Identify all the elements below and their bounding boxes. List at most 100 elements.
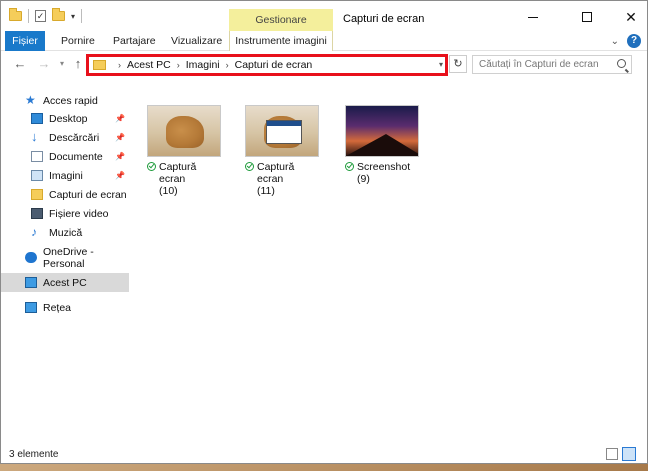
synced-check-icon	[245, 162, 254, 171]
properties-icon[interactable]: ✓	[35, 10, 46, 22]
download-icon: ↓	[31, 129, 38, 144]
address-row: ← → ▾ ↑ › Acest PC › Imagini › Capturi d…	[1, 52, 647, 76]
details-view-button[interactable]	[606, 448, 618, 460]
folder-icon	[9, 8, 22, 21]
close-button[interactable]: ✕	[609, 6, 648, 28]
breadcrumb-this-pc[interactable]: Acest PC	[127, 59, 171, 71]
file-name-line: (10)	[159, 185, 178, 197]
pin-icon[interactable]: 📌	[115, 114, 125, 123]
refresh-button[interactable]: ↻	[449, 55, 467, 73]
videos-icon	[31, 208, 43, 219]
maximize-icon	[582, 12, 592, 22]
sidebar-item-downloads[interactable]: ↓ Descărcări 📌	[1, 128, 129, 147]
music-icon: ♪	[31, 225, 37, 239]
new-folder-icon[interactable]	[52, 8, 65, 21]
file-name: Captură ecran (10)	[135, 161, 221, 197]
breadcrumb: › Acest PC › Imagini › Capturi de ecran	[112, 59, 312, 71]
sidebar-item-music[interactable]: ♪ Muzică	[1, 223, 129, 242]
folder-icon	[93, 60, 106, 70]
breadcrumb-chevron-icon[interactable]: ›	[118, 60, 121, 70]
close-icon: ✕	[625, 8, 637, 25]
file-item[interactable]: Captură ecran (10)	[135, 105, 221, 197]
breadcrumb-screenshots[interactable]: Capturi de ecran	[235, 59, 313, 71]
sidebar-item-videos[interactable]: Fișiere video	[1, 204, 129, 223]
sidebar-item-label: Documente	[49, 150, 103, 163]
star-icon: ★	[25, 93, 36, 107]
maximize-button[interactable]	[565, 6, 609, 28]
sidebar-item-quick-access[interactable]: ★ Acces rapid	[1, 91, 129, 110]
breadcrumb-chevron-icon[interactable]: ›	[177, 60, 180, 70]
this-pc-icon	[25, 277, 37, 288]
dialog-thumbnail-overlay	[266, 120, 302, 144]
breadcrumb-pictures[interactable]: Imagini	[186, 59, 220, 71]
pin-icon[interactable]: 📌	[115, 152, 125, 161]
synced-check-icon	[345, 162, 354, 171]
sidebar-item-label: Acest PC	[43, 276, 87, 289]
network-icon	[25, 302, 37, 313]
status-bar: 3 elemente	[1, 447, 647, 463]
image-thumbnail	[147, 105, 221, 157]
sidebar-item-network[interactable]: Rețea	[1, 298, 129, 317]
item-count: 3 elemente	[9, 449, 59, 460]
file-name-line: Captură ecran	[159, 161, 197, 185]
context-group-label: Gestionare	[229, 9, 333, 31]
sidebar-item-label: OneDrive - Personal	[43, 245, 94, 270]
address-history-chevron-icon[interactable]: ▾	[439, 60, 443, 69]
tab-file[interactable]: Fișier	[5, 31, 45, 51]
divider	[81, 9, 83, 23]
up-button[interactable]: ↑	[69, 55, 87, 73]
sidebar-item-label: Rețea	[43, 301, 72, 314]
pin-icon[interactable]: 📌	[115, 171, 125, 180]
mountain-thumbnail-shape	[346, 134, 418, 156]
customize-toolbar-chevron-icon[interactable]: ▾	[71, 12, 75, 21]
search-input[interactable]: Căutați în Capturi de ecran	[472, 55, 632, 74]
window-title: Capturi de ecran	[343, 13, 425, 25]
onedrive-icon	[25, 252, 37, 263]
file-list: Captură ecran (10) Captură ecran (11) Sc…	[135, 83, 645, 445]
file-name: Captură ecran (11)	[233, 161, 319, 197]
sidebar-item-label: Acces rapid	[43, 94, 98, 107]
sidebar-item-pictures[interactable]: Imagini 📌	[1, 166, 129, 185]
large-icons-view-button[interactable]	[622, 447, 636, 461]
expand-ribbon-chevron-icon[interactable]: ⌄	[611, 36, 619, 47]
image-thumbnail	[345, 105, 419, 157]
sidebar-item-label: Desktop	[49, 112, 88, 125]
tab-picture-tools[interactable]: Instrumente imagini	[229, 31, 333, 51]
file-name: Screenshot (9)	[333, 161, 419, 185]
tab-share[interactable]: Partajare	[105, 31, 164, 51]
image-thumbnail	[245, 105, 319, 157]
help-icon[interactable]: ?	[627, 34, 641, 48]
navigation-pane: ★ Acces rapid Desktop 📌 ↓ Descărcări 📌 D…	[1, 83, 131, 445]
file-item[interactable]: Screenshot (9)	[333, 105, 419, 185]
sidebar-item-this-pc[interactable]: Acest PC	[1, 273, 129, 292]
tab-home[interactable]: Pornire	[53, 31, 103, 51]
minimize-button[interactable]	[511, 6, 555, 28]
sidebar-item-screenshots[interactable]: Capturi de ecran	[1, 185, 129, 204]
quick-access-toolbar: ✓ ▾	[9, 8, 83, 23]
tab-view[interactable]: Vizualizare	[163, 31, 230, 51]
sidebar-item-label: Muzică	[49, 226, 83, 239]
file-name-line: (11)	[257, 185, 275, 197]
file-name-line: Captură ecran	[257, 161, 295, 185]
back-button[interactable]: ←	[11, 55, 29, 73]
ribbon-controls: ⌄ ?	[611, 34, 641, 48]
sidebar-item-onedrive[interactable]: OneDrive - Personal	[1, 245, 129, 270]
breadcrumb-chevron-icon[interactable]: ›	[226, 60, 229, 70]
sidebar-item-documents[interactable]: Documente 📌	[1, 147, 129, 166]
forward-button[interactable]: →	[35, 55, 53, 73]
sidebar-item-desktop[interactable]: Desktop 📌	[1, 109, 129, 128]
synced-check-icon	[147, 162, 156, 171]
divider	[28, 9, 29, 23]
file-name-line: Screenshot (9)	[357, 161, 411, 185]
lion-thumbnail-subject	[166, 116, 204, 148]
file-item[interactable]: Captură ecran (11)	[233, 105, 319, 197]
search-icon	[617, 59, 626, 68]
title-bar: ✓ ▾ Gestionare Capturi de ecran ✕	[1, 1, 647, 31]
desktop-icon	[31, 113, 43, 124]
pin-icon[interactable]: 📌	[115, 133, 125, 142]
file-explorer-window: ✓ ▾ Gestionare Capturi de ecran ✕ Fișier…	[0, 0, 648, 464]
address-bar[interactable]: › Acest PC › Imagini › Capturi de ecran …	[86, 54, 448, 76]
pictures-icon	[31, 170, 43, 181]
sidebar-item-label: Descărcări	[49, 131, 100, 144]
search-placeholder: Căutați în Capturi de ecran	[479, 59, 599, 70]
